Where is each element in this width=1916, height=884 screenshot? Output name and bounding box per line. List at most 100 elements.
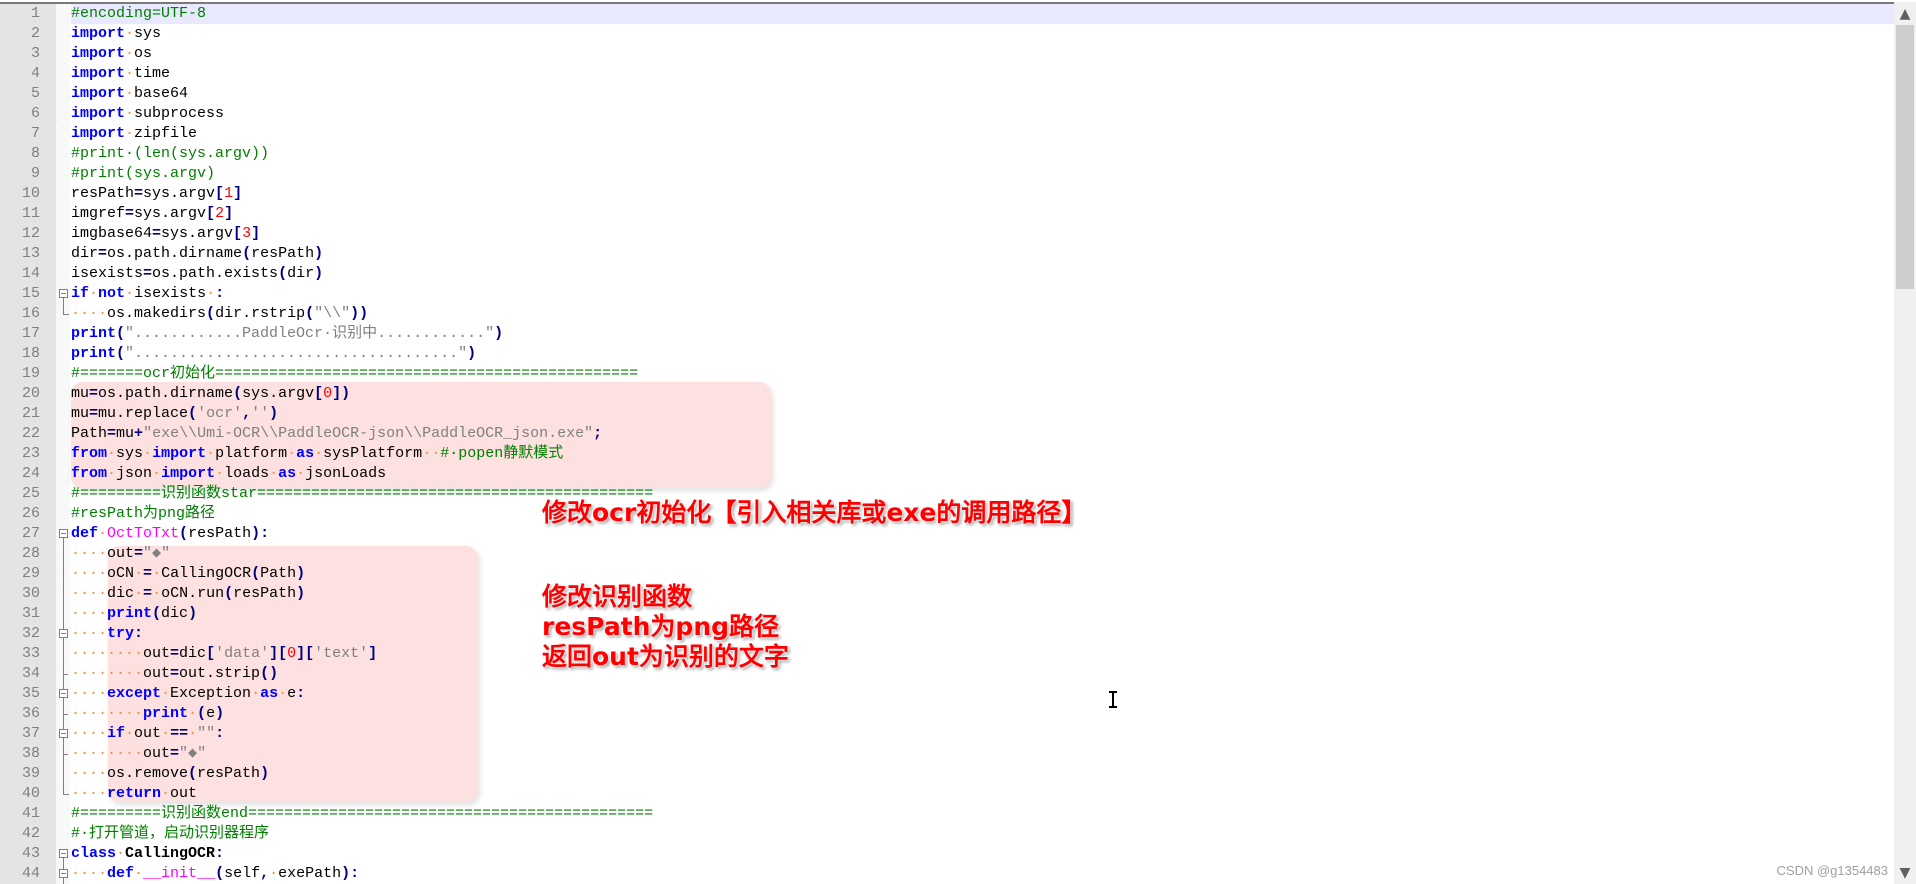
code-text[interactable]: import·subprocess [71,104,1894,124]
code-line[interactable]: 34 ········out=out.strip() [0,664,1894,684]
code-line[interactable]: 20 mu=os.path.dirname(sys.argv[0]) [0,384,1894,404]
code-line[interactable]: 4 import·time [0,64,1894,84]
code-line[interactable]: 40 ····return·out [0,784,1894,804]
code-text[interactable]: ····dic·=·oCN.run(resPath) [71,584,1894,604]
fold-toggle-minus-icon[interactable] [57,284,71,304]
fold-toggle-minus-icon[interactable] [57,844,71,864]
code-line[interactable]: 24 from·json·import·loads·as·jsonLoads [0,464,1894,484]
code-text[interactable]: imgbase64=sys.argv[3] [71,224,1894,244]
code-line[interactable]: 31 ····print(dic) [0,604,1894,624]
code-text[interactable]: ····out="◆" [71,544,1894,564]
code-text[interactable]: #print(sys.argv) [71,164,1894,184]
scroll-down-arrow-icon[interactable]: ▼ [1894,862,1916,884]
code-line[interactable]: 21 mu=mu.replace('ocr','') [0,404,1894,424]
code-text[interactable]: ········out=out.strip() [71,664,1894,684]
code-text[interactable]: if·not·isexists·: [71,284,1894,304]
code-text[interactable]: ····return·out [71,784,1894,804]
code-text[interactable]: #=========识别函数end=======================… [71,804,1894,824]
code-text[interactable]: from·sys·import·platform·as·sysPlatform·… [71,444,1894,464]
code-text[interactable]: isexists=os.path.exists(dir) [71,264,1894,284]
code-line[interactable]: 15 if·not·isexists·: [0,284,1894,304]
code-text[interactable]: #=======ocr初始化==========================… [71,364,1894,384]
code-text[interactable]: class·CallingOCR: [71,844,1894,864]
fold-toggle-minus-icon[interactable] [57,684,71,704]
code-line[interactable]: 2 import·sys [0,24,1894,44]
code-line[interactable]: 18 print("...............................… [0,344,1894,364]
code-text[interactable]: import·zipfile [71,124,1894,144]
code-text[interactable]: ········out=dic['data'][0]['text'] [71,644,1894,664]
code-line[interactable]: 11 imgref=sys.argv[2] [0,204,1894,224]
code-line[interactable]: 37 ····if·out·==·"": [0,724,1894,744]
code-line[interactable]: 14 isexists=os.path.exists(dir) [0,264,1894,284]
line-number: 16 [21,305,40,322]
code-line[interactable]: 43 class·CallingOCR: [0,844,1894,864]
fold-toggle-minus-icon[interactable] [57,864,71,884]
code-text[interactable]: Path=mu+"exe\\Umi-OCR\\PaddleOCR-json\\P… [71,424,1894,444]
code-text[interactable]: print(".................................… [71,344,1894,364]
vertical-scrollbar[interactable]: ▲ ▼ [1894,2,1916,884]
code-text[interactable]: mu=os.path.dirname(sys.argv[0]) [71,384,1894,404]
code-text[interactable]: #encoding=UTF-8 [71,4,1894,24]
code-line[interactable]: 19 #=======ocr初始化========================… [0,364,1894,384]
code-text[interactable]: mu=mu.replace('ocr','') [71,404,1894,424]
fold-toggle-minus-icon[interactable] [57,624,71,644]
line-number: 35 [21,685,40,702]
code-text[interactable]: from·json·import·loads·as·jsonLoads [71,464,1894,484]
code-text[interactable]: #·打开管道，启动识别器程序 [71,824,1894,844]
code-editor[interactable]: 1 #encoding=UTF-8 2 import·sys 3 import·os 4 im… [0,2,1894,884]
code-text[interactable]: import·os [71,44,1894,64]
code-text[interactable]: ····def·__init__(self,·exePath): [71,864,1894,884]
code-line[interactable]: 3 import·os [0,44,1894,64]
code-text[interactable]: ····oCN·=·CallingOCR(Path) [71,564,1894,584]
code-line[interactable]: 33 ········out=dic['data'][0]['text'] [0,644,1894,664]
code-line[interactable]: 22 Path=mu+"exe\\Umi-OCR\\PaddleOCR-json\… [0,424,1894,444]
code-line[interactable]: 32 ····try: [0,624,1894,644]
code-line[interactable]: 16 ····os.makedirs(dir.rstrip("\\")) [0,304,1894,324]
code-line[interactable]: 12 imgbase64=sys.argv[3] [0,224,1894,244]
code-line[interactable]: 5 import·base64 [0,84,1894,104]
code-text[interactable]: resPath=sys.argv[1] [71,184,1894,204]
scrollbar-thumb[interactable] [1896,25,1914,289]
code-line[interactable]: 38 ········out="◆" [0,744,1894,764]
code-text[interactable]: ····print(dic) [71,604,1894,624]
code-text[interactable]: import·time [71,64,1894,84]
line-number: 5 [30,85,40,102]
code-line[interactable]: 23 from·sys·import·platform·as·sysPlatfor… [0,444,1894,464]
fold-toggle-minus-icon[interactable] [57,724,71,744]
code-line[interactable]: 29 ····oCN·=·CallingOCR(Path) [0,564,1894,584]
code-text[interactable]: ····if·out·==·"": [71,724,1894,744]
code-line[interactable]: 39 ····os.remove(resPath) [0,764,1894,784]
code-line[interactable]: 10 resPath=sys.argv[1] [0,184,1894,204]
code-line[interactable]: 42 #·打开管道，启动识别器程序 [0,824,1894,844]
watermark: CSDN @g1354483 [1776,863,1888,878]
code-text[interactable]: ····os.makedirs(dir.rstrip("\\")) [71,304,1894,324]
code-text[interactable]: ····os.remove(resPath) [71,764,1894,784]
code-line[interactable]: 9 #print(sys.argv) [0,164,1894,184]
code-text[interactable]: dir=os.path.dirname(resPath) [71,244,1894,264]
code-text[interactable]: imgref=sys.argv[2] [71,204,1894,224]
code-line[interactable]: 44 ····def·__init__(self,·exePath): [0,864,1894,884]
fold-toggle-minus-icon[interactable] [57,524,71,544]
scroll-up-arrow-icon[interactable]: ▲ [1894,2,1916,24]
code-line[interactable]: 36 ········print·(e) [0,704,1894,724]
code-line[interactable]: 8 #print·(len(sys.argv)) [0,144,1894,164]
code-text[interactable]: import·base64 [71,84,1894,104]
code-text[interactable]: import·sys [71,24,1894,44]
code-text[interactable]: ····except·Exception·as·e: [71,684,1894,704]
line-number: 32 [21,625,40,642]
code-text[interactable]: print("............PaddleOcr·识别中........… [71,324,1894,344]
code-line[interactable]: 35 ····except·Exception·as·e: [0,684,1894,704]
code-lines[interactable]: 1 #encoding=UTF-8 2 import·sys 3 import·os 4 im… [0,4,1894,884]
code-line[interactable]: 6 import·subprocess [0,104,1894,124]
code-text[interactable]: ········out="◆" [71,744,1894,764]
code-line[interactable]: 13 dir=os.path.dirname(resPath) [0,244,1894,264]
code-text[interactable]: ····try: [71,624,1894,644]
code-line[interactable]: 41 #=========识别函数end=====================… [0,804,1894,824]
code-line[interactable]: 7 import·zipfile [0,124,1894,144]
code-line[interactable]: 1 #encoding=UTF-8 [0,4,1894,24]
code-line[interactable]: 28 ····out="◆" [0,544,1894,564]
code-text[interactable]: ········print·(e) [71,704,1894,724]
code-line[interactable]: 17 print("............PaddleOcr·识别中......… [0,324,1894,344]
code-text[interactable]: #print·(len(sys.argv)) [71,144,1894,164]
code-line[interactable]: 30 ····dic·=·oCN.run(resPath) [0,584,1894,604]
